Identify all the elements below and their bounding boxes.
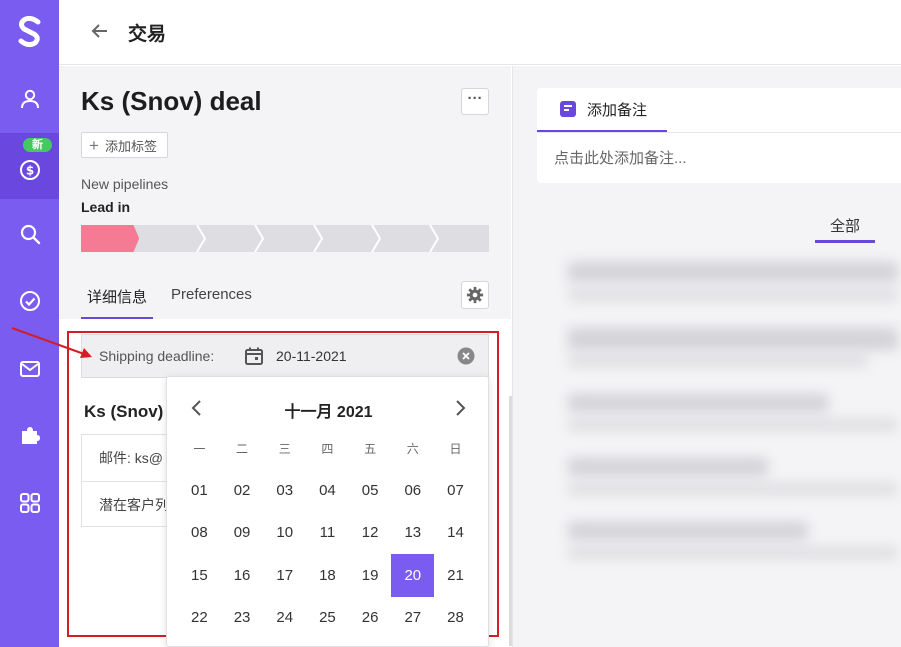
- weekday-label: 二: [236, 442, 249, 456]
- blurred-activity: [568, 328, 898, 350]
- weekday-label: 五: [364, 442, 377, 456]
- stage-name: Lead in: [81, 199, 131, 215]
- calendar-day[interactable]: 16: [221, 554, 264, 597]
- check-circle-icon: [19, 291, 40, 311]
- settings-button[interactable]: [461, 281, 489, 309]
- calendar-day[interactable]: 03: [263, 469, 306, 512]
- calendar-day[interactable]: 26: [349, 597, 392, 640]
- calendar-day[interactable]: 21: [434, 554, 477, 597]
- weekday-label: 三: [278, 442, 291, 456]
- calendar-day[interactable]: 22: [178, 597, 221, 640]
- calendar-day[interactable]: 14: [434, 512, 477, 555]
- blurred-activity: [568, 418, 898, 432]
- tab-preferences[interactable]: Preferences: [165, 279, 258, 319]
- calendar-day[interactable]: 19: [349, 554, 392, 597]
- divider: [537, 132, 901, 133]
- dollar-icon: $: [19, 160, 40, 180]
- tab-add-note[interactable]: 添加备注: [537, 88, 667, 132]
- new-badge: 新: [23, 138, 52, 152]
- blurred-activity: [568, 546, 898, 560]
- filter-all-tab[interactable]: 全部: [815, 213, 875, 243]
- stage-separators: [196, 225, 440, 252]
- calendar-day[interactable]: 05: [349, 469, 392, 512]
- sidebar-item-apps[interactable]: [0, 470, 59, 536]
- add-tag-label: 添加标签: [104, 138, 157, 154]
- activity-panel: 添加备注 点击此处添加备注... 全部: [512, 66, 901, 647]
- add-tag-button[interactable]: + 添加标签: [81, 132, 168, 158]
- weekday-label: 一: [193, 442, 206, 456]
- calendar-day[interactable]: 24: [263, 597, 306, 640]
- calendar-day[interactable]: 02: [221, 469, 264, 512]
- pipeline-stages: [81, 225, 489, 252]
- detail-tabs: 详细信息 Preferences: [81, 279, 270, 319]
- note-icon: [560, 101, 576, 117]
- sidebar-item-search[interactable]: [0, 201, 59, 267]
- calendar-day[interactable]: 18: [306, 554, 349, 597]
- calendar-day[interactable]: 13: [391, 512, 434, 555]
- note-card: 添加备注 点击此处添加备注...: [537, 88, 901, 183]
- calendar-day[interactable]: 12: [349, 512, 392, 555]
- calendar-day[interactable]: 07: [434, 469, 477, 512]
- calendar-day[interactable]: 01: [178, 469, 221, 512]
- calendar-day[interactable]: 10: [263, 512, 306, 555]
- gear-icon: [466, 286, 484, 304]
- note-input[interactable]: 点击此处添加备注...: [554, 147, 687, 168]
- calendar-day[interactable]: 17: [263, 554, 306, 597]
- pipeline-name: New pipelines: [81, 176, 169, 192]
- calendar-day[interactable]: 06: [391, 469, 434, 512]
- back-arrow-icon[interactable]: [89, 20, 111, 42]
- calendar-day[interactable]: 23: [221, 597, 264, 640]
- blurred-activity: [568, 288, 898, 302]
- svg-text:$: $: [25, 164, 33, 178]
- sidebar-item-integrations[interactable]: [0, 402, 59, 468]
- sidebar-item-deals[interactable]: 新 $: [0, 133, 59, 199]
- calendar-day-selected[interactable]: 20: [391, 554, 435, 597]
- calendar-day[interactable]: 28: [434, 597, 477, 640]
- blurred-activity: [568, 262, 898, 282]
- snov-logo[interactable]: [0, 8, 59, 56]
- logo-icon: [18, 16, 40, 48]
- weekday-label: 六: [406, 442, 419, 456]
- weekday-label: 四: [321, 442, 334, 456]
- puzzle-icon: [21, 427, 40, 444]
- date-picker: 十一月 2021 一 二 三 四 五 六 日 01 02 03 04 05 06 07 08 09 10 11 12…: [166, 376, 489, 647]
- calendar-day[interactable]: 11: [306, 512, 349, 555]
- blurred-activity: [568, 522, 808, 540]
- deal-title: Ks (Snov) deal: [81, 86, 262, 116]
- calendar-day[interactable]: 09: [221, 512, 264, 555]
- weekday-label: 日: [449, 442, 462, 456]
- more-options-button[interactable]: ···: [461, 88, 489, 115]
- search-icon: [20, 224, 40, 245]
- calendar-day[interactable]: 27: [391, 597, 434, 640]
- top-header: 交易: [59, 0, 901, 65]
- person-icon: [20, 89, 39, 109]
- sidebar-item-contacts[interactable]: [0, 66, 59, 132]
- chevron-right-icon[interactable]: [450, 397, 470, 419]
- calendar-day[interactable]: 25: [306, 597, 349, 640]
- add-note-label: 添加备注: [587, 101, 648, 119]
- blurred-activity: [568, 354, 868, 368]
- calendar-day[interactable]: 08: [178, 512, 221, 555]
- calendar-day[interactable]: 15: [178, 554, 221, 597]
- blurred-activity: [568, 458, 768, 476]
- plus-icon: +: [89, 135, 99, 155]
- calendar-month: 十一月 2021: [284, 404, 373, 421]
- calendar-grid: 一二三四五六日 01 02 03 04 05 06 07 08 09 10 11 12 13 14 15 16 1…: [178, 428, 478, 639]
- apps-grid-icon: [19, 493, 40, 513]
- blurred-activity: [568, 394, 828, 412]
- calendar-day[interactable]: 04: [306, 469, 349, 512]
- page-title: 交易: [128, 24, 167, 45]
- blurred-activity: [568, 482, 898, 496]
